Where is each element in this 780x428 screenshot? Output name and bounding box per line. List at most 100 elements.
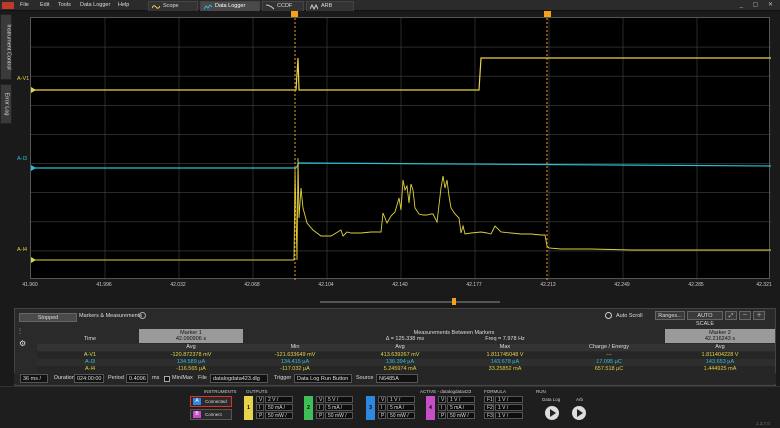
- minmax-checkbox[interactable]: [164, 376, 170, 382]
- ccdf-icon: [266, 4, 274, 10]
- x-tick-label: 42.177: [466, 282, 482, 288]
- row-avg: 413.639267 mV: [380, 352, 420, 358]
- row-avg: 5.245974 mA: [383, 366, 417, 372]
- row-charge-energy: ---: [606, 352, 612, 358]
- col-max: Max: [499, 344, 511, 350]
- auto-scale-button[interactable]: AUTO SCALE: [687, 311, 723, 327]
- tab-arb[interactable]: ARB: [306, 1, 354, 11]
- run-arb-button[interactable]: [572, 406, 586, 420]
- zoom-fit-icon[interactable]: ⤢: [725, 311, 737, 320]
- i-label: I: [378, 404, 386, 411]
- formula-f1-scale[interactable]: 1 V /: [495, 396, 523, 403]
- markers-icon[interactable]: ⫶: [19, 327, 29, 337]
- minmax-label: Min/Max: [172, 375, 193, 381]
- trigger-label: Trigger: [274, 375, 292, 381]
- row-m2: 1.811404228 V: [701, 352, 739, 358]
- auto-scroll-label[interactable]: Auto Scroll: [616, 313, 643, 319]
- tab-data-logger[interactable]: Data Logger: [200, 1, 260, 11]
- marker2-sub: Avg: [715, 344, 725, 350]
- instrument-b-connect[interactable]: B Connect: [190, 409, 232, 420]
- formula-f3-scale[interactable]: 1 V /: [495, 412, 523, 419]
- x-tick-label: 42.032: [170, 282, 186, 288]
- run-state-indicator: Stopped: [19, 313, 77, 322]
- timeline-scrollbar[interactable]: [320, 301, 500, 303]
- menu-edit[interactable]: Edit: [40, 2, 49, 8]
- instrument-a-badge: A: [193, 398, 201, 405]
- channel-4-badge[interactable]: 4: [426, 396, 435, 420]
- row-name: A-I3: [84, 359, 96, 365]
- instrument-a-status: Connected: [205, 399, 227, 404]
- menu-file[interactable]: File: [20, 2, 29, 8]
- duration-input[interactable]: 024:00:00: [74, 374, 104, 383]
- v-label: V: [438, 396, 446, 403]
- label-a-v1: A-V1: [17, 76, 30, 82]
- x-tick-label: 41.996: [96, 282, 112, 288]
- side-tab-instrument-control[interactable]: Instrument Control: [0, 14, 12, 80]
- x-tick-label: 41.960: [22, 282, 38, 288]
- plot-svg: [31, 18, 771, 280]
- plot-grid: [31, 18, 771, 280]
- crosshair-icon[interactable]: [605, 312, 612, 319]
- collapse-icon[interactable]: [139, 312, 146, 319]
- row-min: 134.415 μA: [280, 359, 310, 365]
- formula-f1-label: F1: [484, 396, 494, 403]
- ch2-current-scale[interactable]: 5 mA /: [325, 404, 353, 411]
- instrument-b-badge: B: [193, 411, 201, 418]
- ch4-current-scale[interactable]: 5 mA /: [447, 404, 475, 411]
- file-input[interactable]: datalogdata423.dlg: [210, 374, 268, 383]
- ch2-voltage-scale[interactable]: 5 V /: [325, 396, 353, 403]
- menu-tools[interactable]: Tools: [58, 2, 71, 8]
- channel-2-badge[interactable]: 2: [304, 396, 313, 420]
- side-tab-error-log[interactable]: Error Log: [0, 84, 12, 124]
- ch3-current-scale[interactable]: 5 mA /: [387, 404, 415, 411]
- row-name: A-V1: [83, 352, 97, 358]
- timeline-scroll-thumb[interactable]: [452, 298, 456, 305]
- run-data-log-button[interactable]: [545, 406, 559, 420]
- channel-3-badge[interactable]: 3: [366, 396, 375, 420]
- v-label: V: [256, 396, 264, 403]
- trigger-select[interactable]: Data Log Run Button: [294, 374, 352, 383]
- row-max: 143.678 μA: [490, 359, 520, 365]
- panel-title: Markers & Measurements: [79, 313, 142, 319]
- menu-bar: File Edit Tools Data Logger Help Scope D…: [0, 0, 780, 11]
- formula-f2-scale[interactable]: 1 V /: [495, 404, 523, 411]
- tab-scope[interactable]: Scope: [148, 1, 198, 11]
- menu-data-logger[interactable]: Data Logger: [80, 2, 110, 8]
- channel-1-badge[interactable]: 1: [244, 396, 253, 420]
- v-label: V: [378, 396, 386, 403]
- ch1-current-scale[interactable]: 50 mA /: [265, 404, 293, 411]
- arb-icon: [310, 4, 318, 10]
- x-tick-label: 42.104: [318, 282, 334, 288]
- ch4-voltage-scale[interactable]: 1 V /: [447, 396, 475, 403]
- window-controls[interactable]: _ ▢ ✕: [740, 1, 777, 8]
- p-label: P: [378, 412, 386, 419]
- ch1-voltage-scale[interactable]: 2 V /: [265, 396, 293, 403]
- settings-icon[interactable]: ⚙: [19, 339, 29, 349]
- source-select[interactable]: N6485A: [376, 374, 418, 383]
- data-logger-plot[interactable]: [30, 17, 771, 280]
- ch2-power-scale[interactable]: 50 mW /: [325, 412, 353, 419]
- row-min: -117.032 μA: [280, 366, 310, 372]
- period-input[interactable]: 0.4096: [126, 374, 148, 383]
- zoom-in-icon[interactable]: ＋: [753, 311, 765, 320]
- ch3-voltage-scale[interactable]: 1 V /: [387, 396, 415, 403]
- zoom-out-icon[interactable]: －: [739, 311, 751, 320]
- ch3-power-scale[interactable]: 50 mW /: [387, 412, 415, 419]
- marker1-time: 42.090906 s: [175, 336, 207, 342]
- active-label: ACTIVE - datalogdata423: [420, 389, 472, 394]
- run-data-log-label: Data Log: [542, 397, 561, 402]
- between-freq: Freq = 7.978 Hz: [485, 336, 525, 342]
- instrument-a-connected[interactable]: A Connected: [190, 396, 232, 407]
- file-label: File: [198, 375, 207, 381]
- time-scale-select[interactable]: 36 ms /: [20, 374, 48, 383]
- version-label: 1.3.7.0: [756, 421, 770, 426]
- menu-help[interactable]: Help: [118, 2, 129, 8]
- ch1-power-scale[interactable]: 50 mW /: [265, 412, 293, 419]
- row-avg: 136.394 μA: [385, 359, 415, 365]
- ranges-button[interactable]: Ranges...: [655, 311, 685, 320]
- run-arb-label: Arb: [576, 397, 584, 402]
- row-max: 33.25852 mA: [488, 366, 522, 372]
- tab-ccdf[interactable]: CCDF: [262, 1, 304, 11]
- col-min: Min: [290, 344, 300, 350]
- ch4-power-scale[interactable]: 50 mW /: [447, 412, 475, 419]
